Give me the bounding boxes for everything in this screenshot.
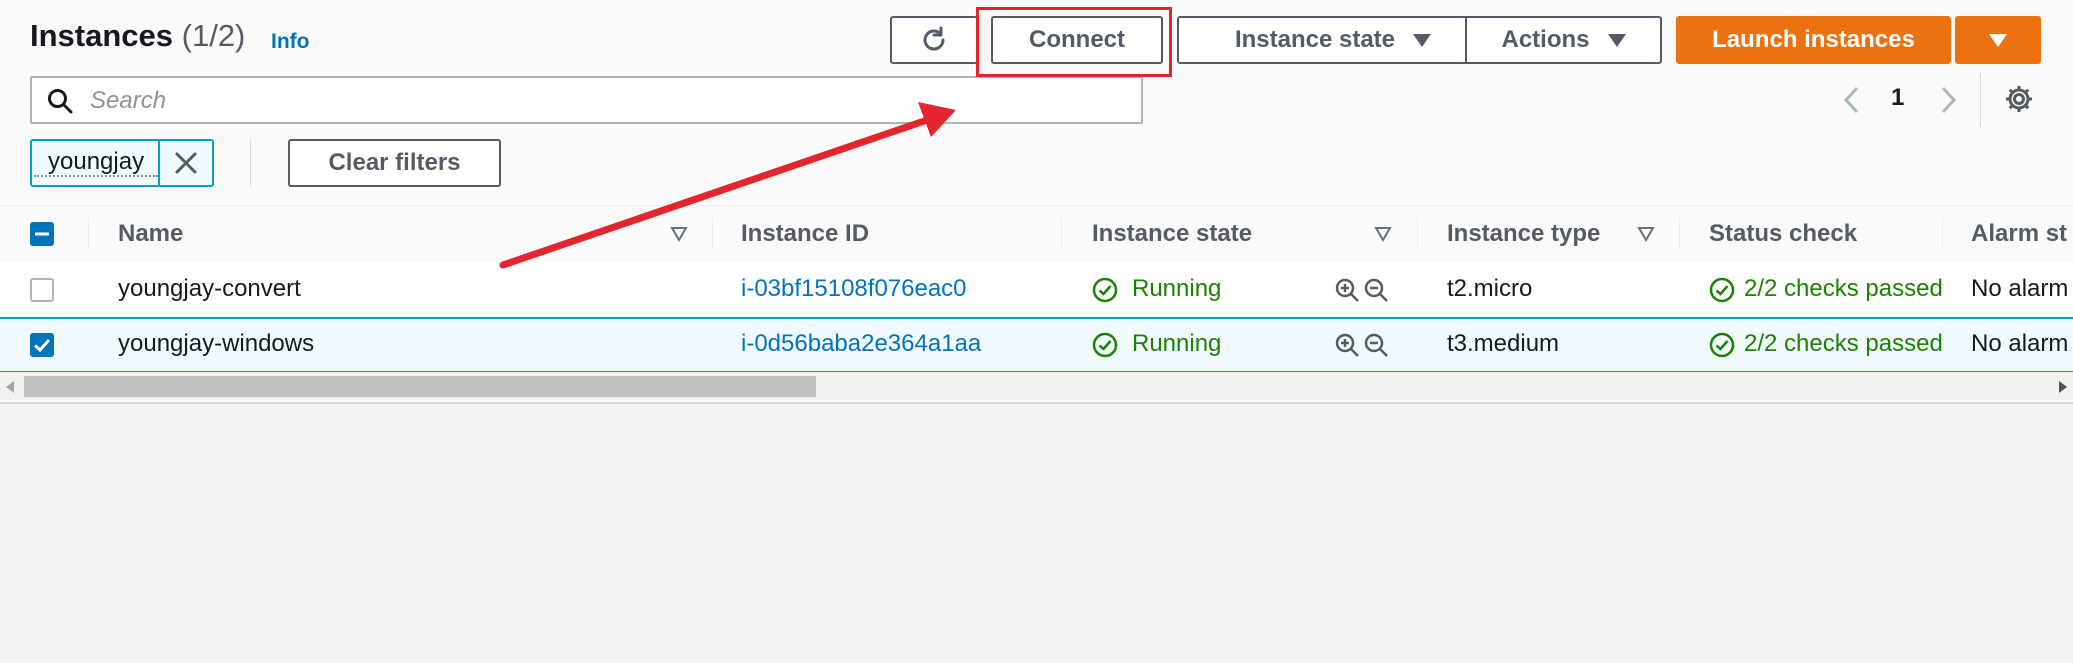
scrollbar-thumb[interactable] <box>24 376 816 397</box>
previous-page-icon[interactable] <box>1840 84 1864 116</box>
instance-id-link[interactable]: i-03bf15108f076eac0 <box>741 275 967 303</box>
status-check-value[interactable]: 2/2 checks passed <box>1744 330 1943 358</box>
column-separator <box>88 218 89 250</box>
refresh-icon <box>923 26 945 51</box>
check-circle-icon <box>1092 332 1118 358</box>
title-text: Instances <box>30 18 174 53</box>
instance-state-value: Running <box>1132 275 1222 302</box>
sort-icon[interactable] <box>670 226 688 242</box>
remove-filter-button[interactable] <box>158 141 212 185</box>
instance-id-link[interactable]: i-0d56baba2e364a1aa <box>741 330 981 358</box>
filter-token-label: youngjay <box>34 149 159 177</box>
column-header-instance-id[interactable]: Instance ID <box>741 220 869 248</box>
clear-filters-button[interactable]: Clear filters <box>288 139 501 187</box>
divider <box>1980 74 1981 126</box>
checkmark-icon <box>33 338 51 353</box>
next-page-icon[interactable] <box>1936 84 1960 116</box>
search-input[interactable] <box>88 85 1132 117</box>
row-checkbox[interactable] <box>30 333 54 357</box>
launch-instances-button[interactable]: Launch instances <box>1676 16 1951 64</box>
actions-label: Actions <box>1501 26 1590 53</box>
gear-icon[interactable] <box>2004 84 2034 114</box>
row-checkbox[interactable] <box>30 278 54 302</box>
table-row[interactable]: youngjay-windows i-0d56baba2e364a1aa Run… <box>0 317 2073 373</box>
instance-state-label: Instance state <box>1234 26 1396 53</box>
launch-options-dropdown[interactable] <box>1955 16 2041 64</box>
instance-type-value: t2.micro <box>1447 275 1533 302</box>
caret-down-icon <box>1607 33 1626 47</box>
column-header-instance-type[interactable]: Instance type <box>1447 220 1600 248</box>
zoom-in-icon[interactable] <box>1334 332 1361 359</box>
column-separator <box>1679 218 1680 250</box>
indeterminate-icon <box>35 232 49 236</box>
column-header-status-check[interactable]: Status check <box>1709 220 1857 248</box>
table-row[interactable]: youngjay-convert i-03bf15108f076eac0 Run… <box>0 262 2073 319</box>
clear-filters-label: Clear filters <box>328 149 461 176</box>
check-circle-icon <box>1709 332 1735 358</box>
column-separator <box>1061 218 1062 250</box>
filter-token: youngjay <box>30 139 215 187</box>
zoom-out-icon[interactable] <box>1363 277 1390 304</box>
sort-icon[interactable] <box>1374 226 1392 242</box>
instance-name: youngjay-convert <box>118 275 301 302</box>
column-header-name[interactable]: Name <box>118 220 183 248</box>
check-circle-icon <box>1092 277 1118 303</box>
column-header-alarm-status[interactable]: Alarm st <box>1971 220 2067 248</box>
zoom-in-icon[interactable] <box>1334 277 1361 304</box>
instance-state-value: Running <box>1132 330 1222 357</box>
caret-down-icon <box>1989 33 2007 47</box>
status-check-value[interactable]: 2/2 checks passed <box>1744 275 1943 303</box>
scroll-left-icon[interactable] <box>4 380 16 394</box>
column-separator <box>1417 218 1418 250</box>
close-icon <box>175 152 197 174</box>
check-circle-icon <box>1709 277 1735 303</box>
refresh-button[interactable] <box>890 16 978 64</box>
instance-count: (1/2) <box>181 18 246 53</box>
alarm-status-value: No alarm <box>1971 275 2069 302</box>
alarm-status-value: No alarm <box>1971 330 2069 357</box>
column-separator <box>712 218 713 250</box>
annotation-highlight-box <box>976 7 1172 77</box>
zoom-out-icon[interactable] <box>1363 332 1390 359</box>
column-header-instance-state[interactable]: Instance state <box>1092 220 1252 248</box>
divider <box>250 139 251 187</box>
scroll-right-icon[interactable] <box>2057 380 2069 394</box>
search-box[interactable] <box>30 76 1143 124</box>
page-title: Instances (1/2) <box>30 18 245 54</box>
instance-name: youngjay-windows <box>118 330 315 357</box>
launch-label: Launch instances <box>1712 26 1915 53</box>
page-number[interactable]: 1 <box>1891 84 1904 112</box>
info-link[interactable]: Info <box>271 30 309 54</box>
table-header: Name Instance ID Instance state Instance… <box>0 205 2073 263</box>
horizontal-scrollbar[interactable] <box>0 372 2073 400</box>
actions-dropdown[interactable]: Actions <box>1465 16 1662 64</box>
instance-type-value: t3.medium <box>1447 330 1560 357</box>
search-icon <box>48 89 73 114</box>
instance-state-dropdown[interactable]: Instance state <box>1177 16 1489 64</box>
sort-icon[interactable] <box>1637 226 1655 242</box>
caret-down-icon <box>1413 33 1432 47</box>
select-all-checkbox[interactable] <box>30 222 54 246</box>
column-separator <box>1942 218 1943 250</box>
